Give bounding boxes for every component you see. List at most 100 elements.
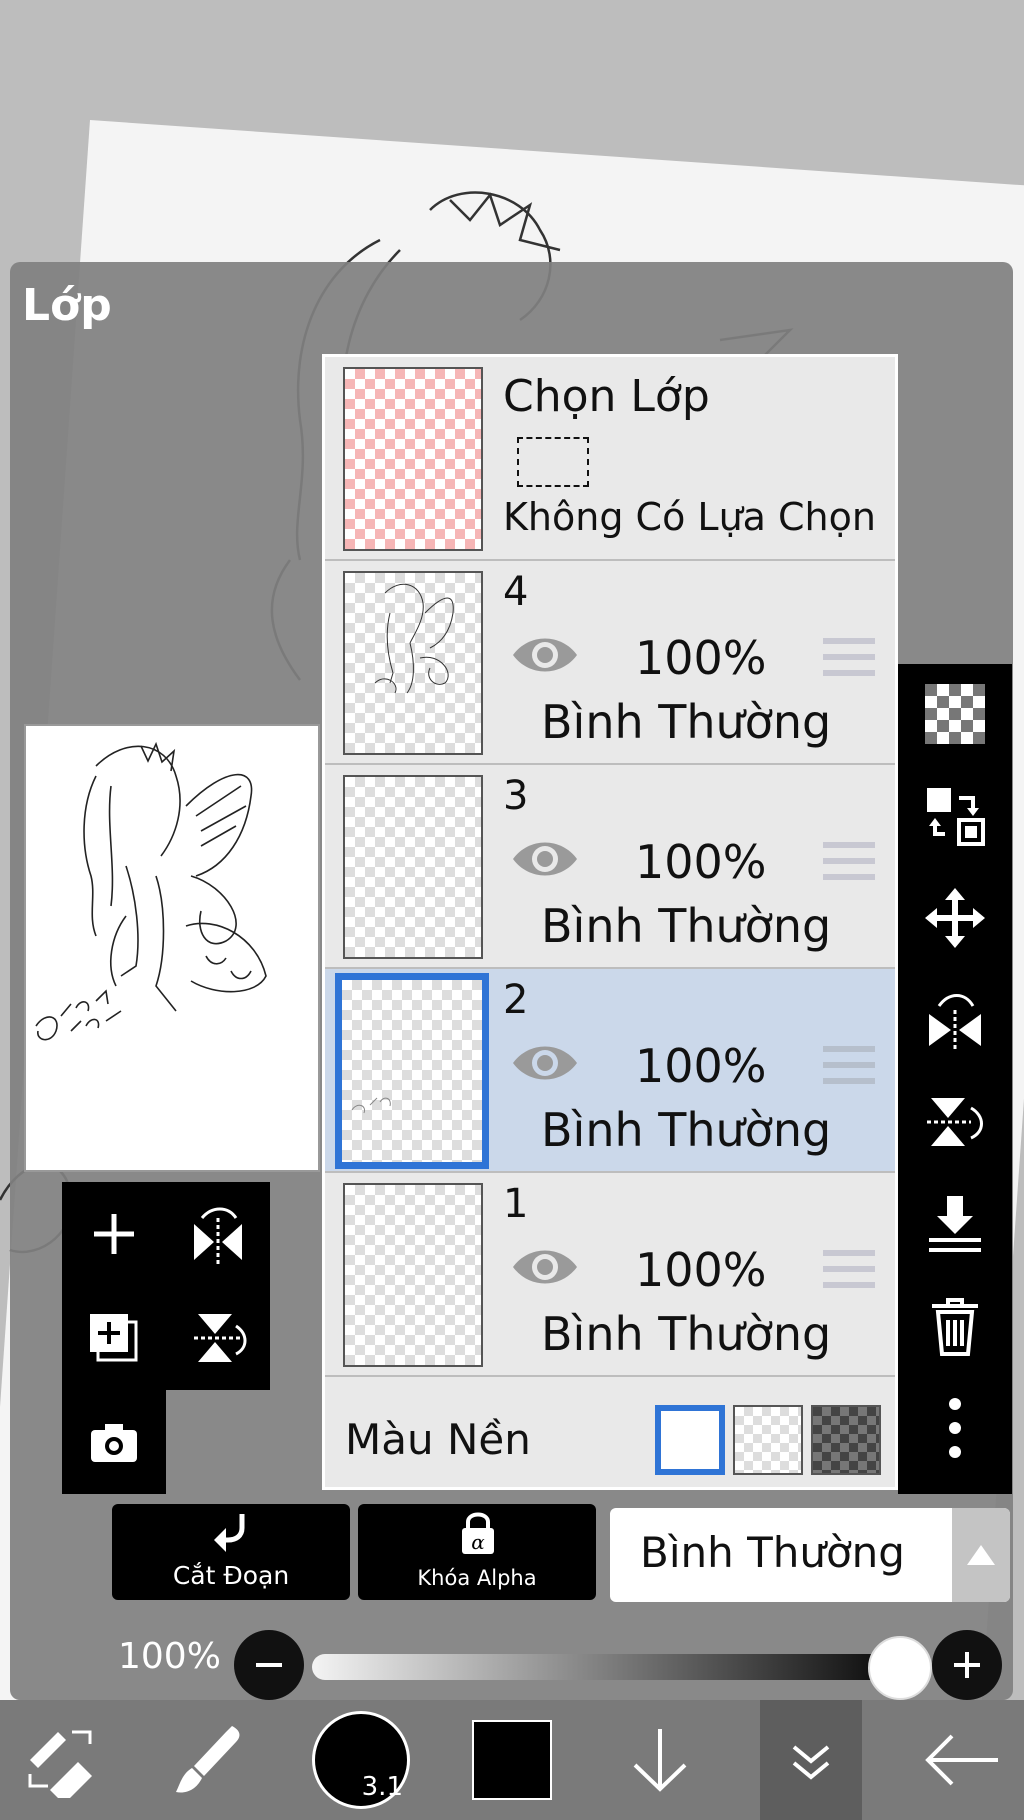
brush-eraser-switch-icon	[28, 1730, 92, 1798]
arrow-down-icon	[633, 1729, 687, 1792]
back-button[interactable]	[900, 1700, 1024, 1820]
visibility-toggle[interactable]	[509, 1243, 581, 1295]
drag-handle-icon	[823, 1046, 875, 1084]
duplicate-layer-button[interactable]	[62, 1286, 166, 1390]
flip-horizontal-icon	[194, 1207, 242, 1264]
flip-vertical-icon	[927, 1098, 983, 1146]
drag-handle[interactable]	[823, 1247, 875, 1295]
layer-opacity: 100%	[635, 1039, 767, 1093]
layer-row[interactable]: 1 100% Bình Thường	[325, 1173, 895, 1377]
background-white-swatch[interactable]	[655, 1405, 725, 1475]
layer-opacity: 100%	[635, 631, 767, 685]
plus-icon	[954, 1652, 980, 1678]
camera-button[interactable]	[62, 1390, 166, 1494]
svg-text:α: α	[471, 1530, 485, 1554]
brush-icon	[176, 1726, 240, 1793]
layer-number: 1	[503, 1181, 529, 1227]
layer-thumbnail	[335, 973, 489, 1169]
opacity-label: 100%	[118, 1636, 221, 1677]
flip-horizontal-button[interactable]	[898, 970, 1012, 1070]
preview-sketch	[35, 741, 267, 1041]
brush-size-indicator: 3.1	[312, 1711, 410, 1809]
layer-thumbnail	[343, 571, 483, 755]
layer-opacity: 100%	[635, 835, 767, 889]
flip-vertical-button[interactable]	[898, 1072, 1012, 1172]
layer-row-selected[interactable]: 2 100% Bình Thường	[325, 969, 895, 1173]
add-layer-button[interactable]	[62, 1182, 166, 1286]
move-button[interactable]	[898, 868, 1012, 968]
thumbnail-sketch	[351, 1097, 391, 1114]
brush-tool-button[interactable]	[150, 1700, 270, 1820]
transparency-button[interactable]	[898, 664, 1012, 764]
triangle-up-icon	[967, 1545, 995, 1565]
brush-size-button[interactable]: 3.1	[306, 1700, 416, 1820]
drag-handle[interactable]	[823, 1043, 875, 1091]
background-transparent-light-swatch[interactable]	[733, 1405, 803, 1475]
layer-number: 2	[503, 977, 529, 1023]
layer-panel-toggle-button[interactable]	[760, 1700, 862, 1820]
canvas-preview[interactable]	[24, 724, 320, 1172]
layer-row[interactable]: 3 100% Bình Thường	[325, 765, 895, 969]
selection-layer-title: Chọn Lớp	[503, 371, 710, 422]
visibility-toggle[interactable]	[509, 631, 581, 683]
clipping-arrow-icon	[214, 1514, 245, 1552]
delete-layer-button[interactable]	[898, 1276, 1012, 1376]
selection-marquee-icon	[517, 437, 589, 487]
clipping-button[interactable]: Cắt Đoạn	[112, 1504, 350, 1600]
layer-number: 3	[503, 773, 529, 819]
bottom-toolbar: 3.1	[0, 1700, 1024, 1820]
eye-icon	[513, 1250, 577, 1284]
visibility-toggle[interactable]	[509, 1039, 581, 1091]
color-picker-button[interactable]	[462, 1700, 562, 1820]
blend-mode-value: Bình Thường	[640, 1528, 905, 1577]
opacity-decrease-button[interactable]	[234, 1630, 304, 1700]
visibility-toggle[interactable]	[509, 835, 581, 887]
opacity-increase-button[interactable]	[932, 1630, 1002, 1700]
thumbnail-sketch	[374, 583, 454, 694]
selection-status: Không Có Lựa Chọn	[503, 495, 876, 539]
layer-blend-mode: Bình Thường	[541, 899, 832, 953]
layer-number: 4	[503, 569, 529, 615]
flip-layer-horizontal-button[interactable]	[166, 1182, 270, 1286]
background-color-label: Màu Nền	[345, 1415, 531, 1464]
layer-blend-mode: Bình Thường	[541, 1103, 832, 1157]
double-chevron-down-icon	[792, 1745, 830, 1780]
move-icon	[925, 888, 985, 948]
arrow-left-icon	[925, 1734, 998, 1786]
background-transparent-dark-swatch[interactable]	[811, 1405, 881, 1475]
clipping-label: Cắt Đoạn	[172, 1561, 290, 1590]
right-toolbar	[898, 664, 1012, 1494]
add-layer-icon	[94, 1214, 134, 1254]
layer-list: Chọn Lớp Không Có Lựa Chọn 4 100% Bình T…	[322, 354, 898, 1490]
delete-icon	[932, 1298, 978, 1356]
duplicate-layer-icon	[90, 1314, 138, 1362]
layer-down-button[interactable]	[610, 1700, 710, 1820]
blend-mode-select[interactable]: Bình Thường	[610, 1508, 1010, 1602]
drag-handle[interactable]	[823, 839, 875, 887]
tool-switch-button[interactable]	[0, 1700, 120, 1820]
eye-icon	[513, 1046, 577, 1080]
lock-icon: α	[462, 1512, 494, 1554]
alpha-lock-button[interactable]: α Khóa Alpha	[358, 1504, 596, 1600]
layer-thumbnail	[343, 1183, 483, 1367]
merge-down-button[interactable]	[898, 1174, 1012, 1274]
brush-size-value: 3.1	[361, 1772, 403, 1802]
flip-vertical-icon	[194, 1314, 247, 1362]
drag-handle[interactable]	[823, 635, 875, 683]
layer-blend-mode: Bình Thường	[541, 695, 832, 749]
selection-layer-row[interactable]: Chọn Lớp Không Có Lựa Chọn	[325, 357, 895, 561]
layer-row[interactable]: 4 100% Bình Thường	[325, 561, 895, 765]
blend-mode-dropdown-button[interactable]	[952, 1508, 1010, 1602]
drag-handle-icon	[823, 842, 875, 880]
opacity-slider[interactable]	[312, 1654, 902, 1680]
flip-layer-vertical-button[interactable]	[166, 1286, 270, 1390]
merge-down-icon	[929, 1196, 981, 1252]
drag-handle-icon	[823, 1250, 875, 1288]
eye-icon	[513, 638, 577, 672]
drag-handle-icon	[823, 638, 875, 676]
swap-layers-button[interactable]	[898, 766, 1012, 866]
more-options-button[interactable]	[898, 1378, 1012, 1478]
transparency-icon	[925, 684, 985, 744]
panel-title: Lớp	[22, 280, 112, 331]
opacity-slider-handle[interactable]	[868, 1636, 932, 1700]
